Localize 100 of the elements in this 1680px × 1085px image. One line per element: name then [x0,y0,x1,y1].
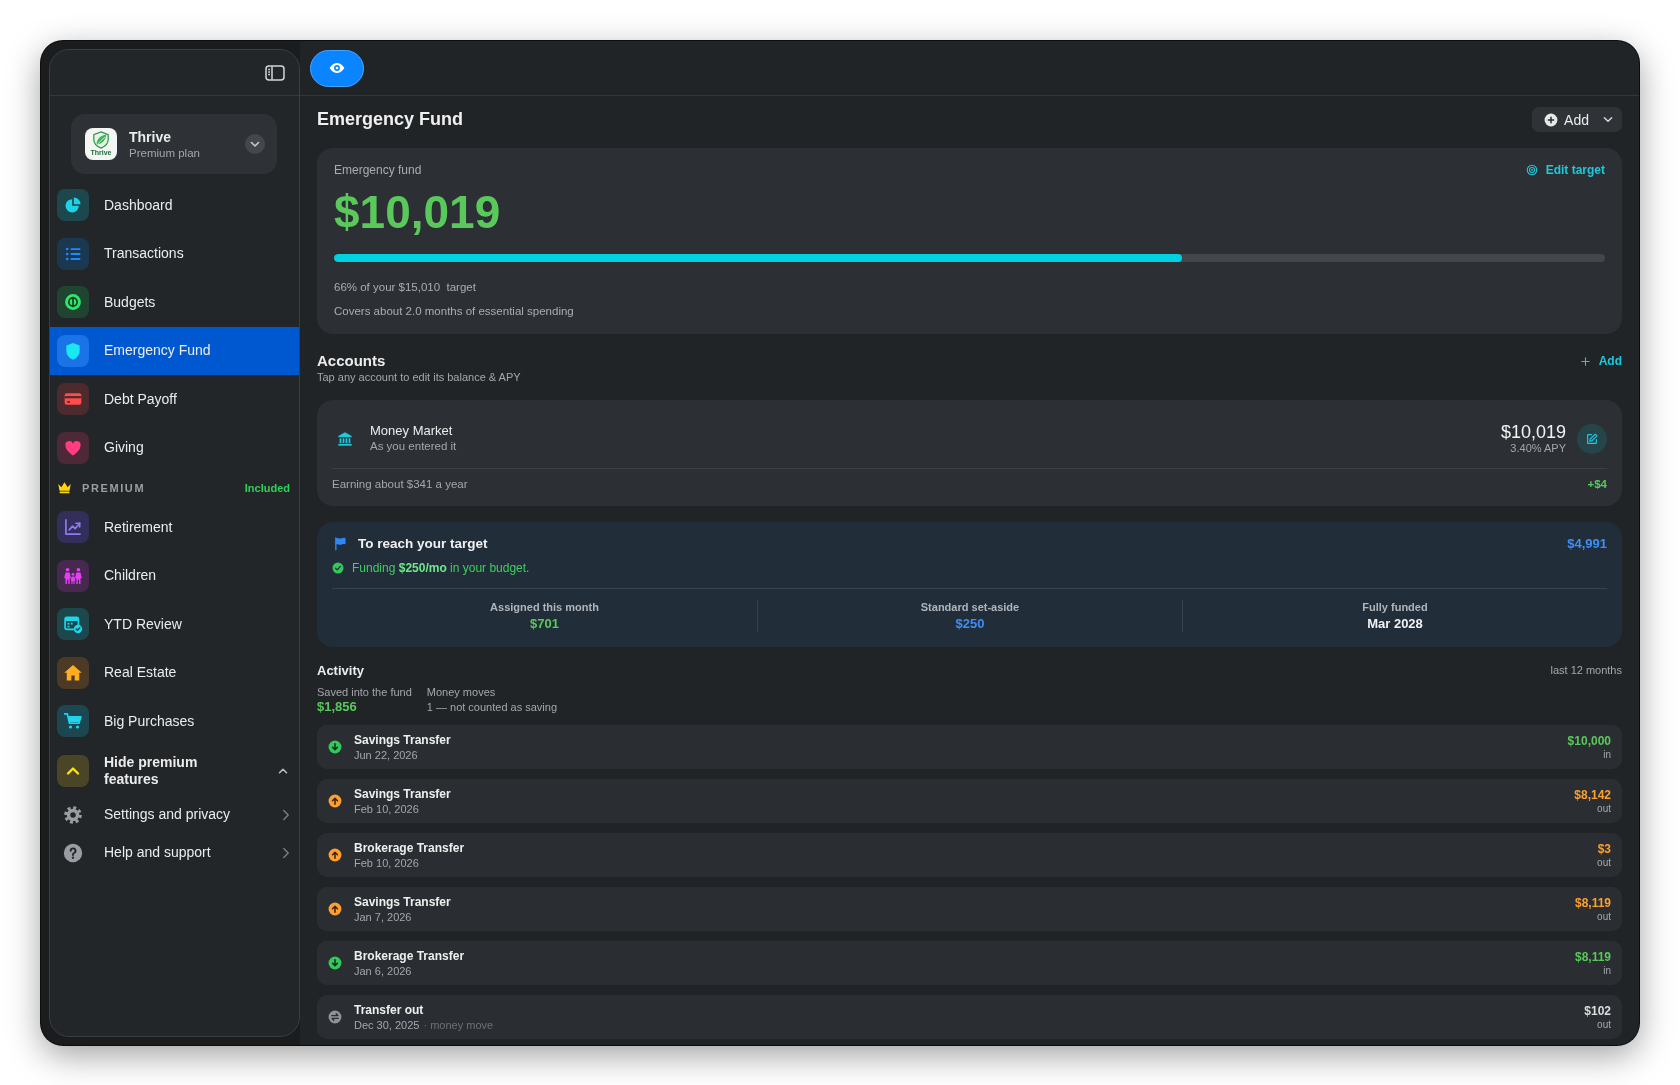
transaction-note: · money move [423,1017,494,1032]
earning-change: +$4 [1587,477,1607,492]
stat-value: $250 [955,615,985,632]
transaction-title: Savings Transfer [354,894,451,910]
arrow-down-circle-icon [328,740,342,754]
transaction-amount: $8,142 [1574,787,1611,803]
section-subtitle: Tap any account to edit its balance & APY [317,370,521,384]
section-title: Accounts [317,352,386,370]
line-chart-icon [57,511,89,544]
coverage-text: Covers about 2.0 months of essential spending [334,304,575,318]
arrow-up-circle-icon [328,794,342,808]
sidebar-item[interactable]: Emergency Fund [50,326,299,375]
flow-label: out [1597,1018,1611,1031]
flow-label: out [1597,802,1611,815]
transaction-amount: $8,119 [1574,895,1611,911]
sidebar-item[interactable]: Transactions [50,229,299,278]
edit-button[interactable] [1577,423,1607,454]
leaf-shield-icon [91,131,111,149]
transaction-title: Savings Transfer [354,786,451,802]
plus-circle-icon [1544,112,1559,127]
house-icon [57,656,89,689]
credit-card-icon [57,383,89,416]
summary-value: $1,856 [317,699,358,715]
sidebar-item[interactable]: YTD Review [50,600,299,649]
transaction-date: Feb 10, 2026 [354,801,419,816]
transaction-title: Savings Transfer [354,732,451,748]
sidebar-item[interactable]: Retirement [50,503,299,552]
stat-label: Fully funded [1362,600,1428,615]
period-label: last 12 months [1550,664,1622,676]
funding-status: Funding $250/mo in your budget. [352,561,530,575]
transaction-title: Transfer out [354,1002,425,1018]
flow-label: in [1603,748,1611,761]
transaction-title: Brokerage Transfer [354,948,465,964]
page-title: Emergency Fund [317,109,464,130]
eye-toggle-button[interactable] [310,49,364,87]
sidebar-item[interactable]: Real Estate [50,648,299,697]
stat-label: Assigned this month [490,600,599,615]
chevron-up-icon [57,754,89,787]
account-source: As you entered it [370,439,457,454]
flow-label: in [1603,964,1611,977]
shield-icon [57,334,89,367]
chevron-right-icon [282,846,290,859]
transaction-amount: $8,119 [1574,949,1611,965]
sidebar-item[interactable]: Children [50,551,299,600]
card-label: Emergency fund [334,163,422,177]
plus-icon [1579,355,1591,367]
remaining-amount: $4,991 [1567,535,1607,551]
profile-name: Thrive [129,128,172,146]
sidebar-item[interactable]: Budgets [50,278,299,327]
sidebar-item[interactable]: Dashboard [50,181,299,230]
transaction-date: Feb 10, 2026 [354,855,419,870]
sidebar-link[interactable]: Settings and privacy [50,795,299,834]
cart-icon [57,705,89,738]
arrow-up-circle-icon [328,848,342,862]
crown-icon [57,481,72,494]
help-icon [63,842,83,863]
transaction-date: Jan 7, 2026 [354,909,412,924]
sidebar-toggle-icon[interactable] [265,64,285,81]
premium-toggle[interactable]: Hide premium features [50,745,299,796]
chevron-down-icon[interactable] [245,134,265,154]
account-name: Money Market [370,423,453,439]
premium-heading: PREMIUM [82,481,146,494]
sidebar-link[interactable]: Help and support [50,833,299,872]
account-apy: 3.40% APY [1510,442,1566,455]
bank-icon [337,430,353,447]
calendar-check-icon [57,608,89,641]
transaction-date: Jun 22, 2026 [354,747,418,762]
sidebar-item[interactable]: Debt Payoff [50,375,299,424]
earning-text: Earning about $341 a year [332,477,468,492]
summary-label: Money moves [426,685,497,699]
target-title: To reach your target [358,535,488,551]
transaction-title: Brokerage Transfer [354,840,465,856]
sidebar-item[interactable]: Giving [50,423,299,472]
section-title: Activity [317,662,364,678]
pencil-square-icon [1585,431,1599,446]
stat-value: Mar 2028 [1367,615,1423,632]
included-label: Included [244,481,290,494]
chevron-right-icon [282,808,290,821]
coin-icon [57,286,89,319]
fund-balance: $10,019 [334,187,501,237]
plan-label: Premium plan [129,145,200,160]
sidebar-item[interactable]: Big Purchases [50,697,299,746]
add-account-link[interactable]: Add [1579,352,1622,370]
edit-target-link[interactable]: Edit target [1525,163,1605,177]
progress-text: 66% of your $15,010 target [334,280,477,294]
transaction-date: Dec 30, 2025 [354,1017,420,1032]
target-icon [1525,164,1538,176]
flag-icon [333,535,348,551]
account-card[interactable]: Money Market As you entered it $10,019 3.40% APY Earning about $341 a year +$4 [317,400,1622,506]
transaction-amount: $102 [1584,1003,1611,1019]
account-balance: $10,019 [1500,422,1566,442]
swap-circle-icon [328,1010,342,1024]
summary-value: 1 — not counted as saving [426,700,558,715]
pie-chart-icon [57,189,89,222]
stat-label: Standard set-aside [920,600,1020,615]
add-button[interactable]: Add [1532,107,1622,132]
transaction-amount: $10,000 [1567,733,1611,749]
summary-label: Saved into the fund [317,685,412,699]
family-icon [57,559,89,592]
arrow-up-circle-icon [328,902,342,916]
